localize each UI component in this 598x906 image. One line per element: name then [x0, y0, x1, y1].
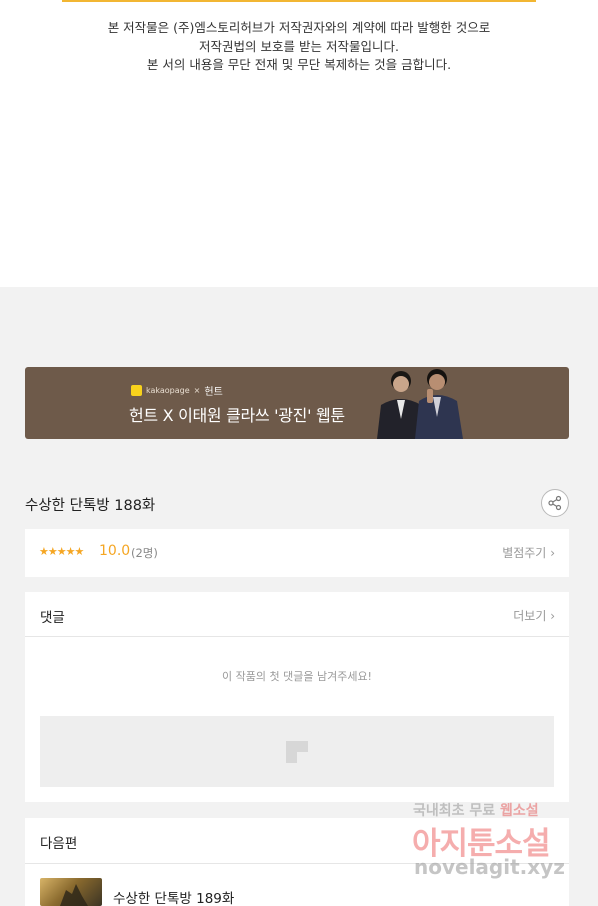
watermark-text: 국내최초 무료	[413, 803, 496, 819]
rating-card: ★★★★★ 10.0 (2명) 별점주기 ›	[25, 529, 569, 577]
chevron-right-icon: ›	[550, 609, 555, 623]
rating-score: 10.0	[99, 543, 131, 559]
banner-brand: kakaopage × 헌트	[131, 383, 223, 398]
rating-count: (2명)	[131, 546, 158, 560]
next-episode-link[interactable]: 수상한 단톡방 189화	[113, 887, 234, 906]
rating-stars: ★★★★★	[39, 545, 84, 558]
copyright-line: 본 저작물은 (주)엠스토리허브가 저작권자와의 계약에 따라 발행한 것으로	[107, 20, 491, 35]
partner-name: 헌트	[204, 387, 223, 398]
kakaopage-logo-icon	[131, 385, 142, 396]
next-header: 다음편	[25, 818, 569, 864]
empty-comment-message: 이 작품의 첫 댓글을 남겨주세요!	[222, 670, 372, 683]
watermark-highlight: 웹소설	[500, 803, 539, 819]
share-icon	[548, 495, 562, 511]
copyright-section: 본 저작물은 (주)엠스토리허브가 저작권자와의 계약에 따라 발행한 것으로 …	[0, 0, 598, 287]
brand-separator: ×	[193, 386, 201, 395]
next-episode-thumbnail[interactable]	[40, 878, 102, 906]
episode-title: 수상한 단톡방 188화	[25, 498, 156, 514]
comment-title: 댓글	[40, 610, 65, 626]
watermark-line1: 국내최초 무료 웹소설	[413, 800, 539, 820]
comment-header: 댓글 더보기 ›	[25, 592, 569, 637]
copyright-notice: 본 저작물은 (주)엠스토리허브가 저작권자와의 계약에 따라 발행한 것으로 …	[0, 19, 598, 75]
share-button[interactable]	[541, 489, 569, 517]
image-placeholder-icon	[286, 741, 308, 763]
banner-characters-image	[377, 369, 463, 439]
next-title: 다음편	[40, 836, 78, 852]
more-comments-button[interactable]: 더보기 ›	[513, 607, 555, 624]
comment-input-area[interactable]	[40, 716, 554, 787]
copyright-line: 본 서의 내용을 무단 전재 및 무단 복제하는 것을 금합니다.	[146, 57, 452, 72]
rate-button[interactable]: 별점주기 ›	[502, 544, 555, 561]
divider	[62, 0, 536, 2]
copyright-line: 저작권법의 보호를 받는 저작물입니다.	[199, 38, 399, 54]
brand-name: kakaopage	[146, 386, 190, 395]
thumbnail-image	[60, 884, 88, 906]
promo-banner[interactable]: kakaopage × 헌트 헌트 X 이태원 클라쓰 '광진' 웹툰	[25, 367, 569, 439]
rate-label: 별점주기	[502, 546, 547, 560]
more-label: 더보기	[513, 609, 547, 623]
comment-card: 댓글 더보기 › 이 작품의 첫 댓글을 남겨주세요!	[25, 592, 569, 802]
next-episode-card: 다음편 수상한 단톡방 189화	[25, 818, 569, 906]
chevron-right-icon: ›	[550, 546, 555, 560]
banner-title: 헌트 X 이태원 클라쓰 '광진' 웹툰	[129, 406, 345, 425]
